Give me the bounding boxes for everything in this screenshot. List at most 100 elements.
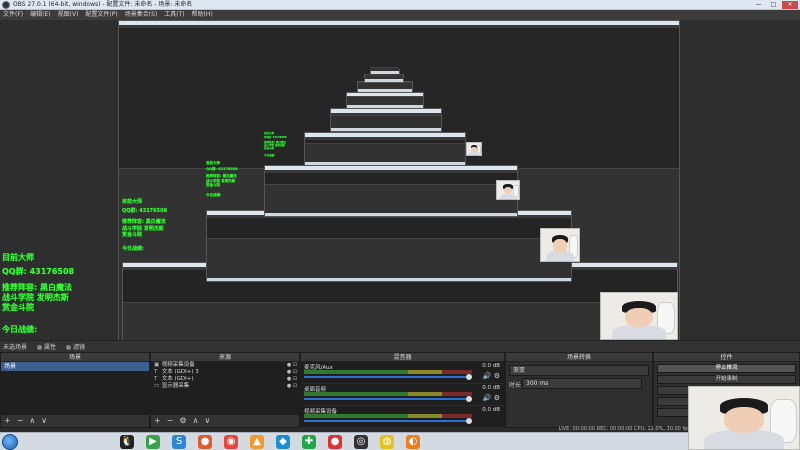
menu-view[interactable]: 视图(V): [58, 10, 79, 20]
add-scene-icon[interactable]: +: [4, 415, 11, 427]
sources-list: ▣ 视频采集设备 ● ⊡ T 文本 (GDI+) 3 ● ⊡ T 文本 (GDI…: [151, 362, 299, 415]
visibility-lock-icon[interactable]: ● ⊡: [287, 369, 297, 376]
nested-dock: [347, 96, 423, 105]
preview-canvas[interactable]: 目前大师 QQ群: 43176508 推荐阵容: 黑白魔法 战斗学院 发明杰斯 赏金斗院…: [0, 20, 800, 340]
move-down-icon[interactable]: ∨: [41, 415, 47, 427]
nested-menu-bar: [119, 25, 679, 28]
menu-tools[interactable]: 工具(T): [164, 10, 184, 20]
controls-dock-title: 控件: [654, 353, 799, 362]
monitor-icon: ▭: [154, 383, 160, 389]
scene-item[interactable]: 场景: [1, 362, 149, 371]
app-icon[interactable]: ◆: [276, 435, 290, 449]
close-button[interactable]: ✕: [782, 1, 798, 9]
move-up-icon[interactable]: ∧: [29, 415, 35, 427]
visibility-lock-icon[interactable]: ● ⊡: [287, 362, 297, 369]
volume-meter: [304, 414, 472, 418]
source-item[interactable]: T 文本 (GDI+) 3 ● ⊡: [151, 369, 299, 376]
menu-profile[interactable]: 配置文件(P): [85, 10, 117, 20]
maximize-button[interactable]: □: [767, 1, 780, 9]
windows-taskbar: 🐧 ▶ S ● ◉ ▲ ◆ ✚ ● ◎ ◍ ◐: [0, 432, 800, 450]
scenes-list: 场景: [1, 362, 149, 415]
nested-webcam-1: [540, 228, 580, 262]
start-recording-button[interactable]: 开始录制: [657, 375, 796, 384]
obs-logo-icon: [2, 1, 10, 9]
remove-source-icon[interactable]: −: [167, 415, 174, 427]
orange-app-icon[interactable]: ◐: [406, 435, 420, 449]
volume-meter: [304, 370, 472, 374]
mascot-icon[interactable]: ●: [198, 435, 212, 449]
source-item[interactable]: ▭ 显示器采集 ● ⊡: [151, 383, 299, 390]
move-down-icon[interactable]: ∨: [204, 415, 210, 427]
sources-dock-title: 来源: [151, 353, 299, 362]
transition-type-select[interactable]: 渐变: [509, 365, 649, 376]
volume-slider[interactable]: [304, 398, 472, 400]
nested-taskbar: [265, 213, 517, 216]
volume-slider-knob[interactable]: [466, 418, 472, 424]
menu-edit[interactable]: 编辑(E): [30, 10, 50, 20]
filter-icon: [66, 345, 72, 350]
menu-help[interactable]: 帮助(H): [192, 10, 213, 20]
mute-settings-icon[interactable]: 🔊 ⚙: [483, 372, 500, 380]
duration-input[interactable]: 300 ms: [522, 378, 642, 389]
obs-icon[interactable]: ◎: [354, 435, 368, 449]
obs-window: OBS 27.0.1 (64-bit, windows) - 配置文件: 未命名…: [0, 0, 800, 450]
nested-preview-2: [206, 210, 572, 282]
channel-db: 0.0 dB: [482, 385, 500, 391]
move-up-icon[interactable]: ∧: [193, 415, 199, 427]
minimize-button[interactable]: —: [752, 1, 765, 9]
visibility-lock-icon[interactable]: ● ⊡: [287, 376, 297, 383]
nested-taskbar: [347, 105, 423, 108]
green-app-icon[interactable]: ✚: [302, 435, 316, 449]
stop-streaming-button[interactable]: 停止推流: [657, 364, 796, 373]
yellow-app-icon[interactable]: ◍: [380, 435, 394, 449]
properties-label: 属性: [44, 344, 57, 351]
add-source-icon[interactable]: +: [154, 415, 161, 427]
nested-menu-bar: [371, 74, 399, 77]
filters-button[interactable]: 滤镜: [66, 342, 85, 351]
media-icon[interactable]: ▶: [146, 435, 160, 449]
chrome-icon[interactable]: ◉: [224, 435, 238, 449]
duration-row: 时长 300 ms: [506, 378, 652, 390]
qq-icon[interactable]: 🐧: [120, 435, 134, 449]
nested-preview-9: [370, 67, 400, 77]
volume-slider[interactable]: [304, 420, 472, 422]
volume-slider-knob[interactable]: [466, 396, 472, 402]
nested-webcam-2: [496, 180, 520, 200]
nested-taskbar: [371, 71, 399, 74]
nested-taskbar: [331, 128, 441, 131]
person-body: [704, 430, 784, 449]
menu-file[interactable]: 文件(F): [3, 10, 23, 20]
mixer-dock-title: 混音器: [301, 353, 504, 362]
game-icon[interactable]: ▲: [250, 435, 264, 449]
volume-slider[interactable]: [304, 376, 472, 378]
overlay-line6: 今日战绩:: [206, 193, 222, 197]
volume-slider-knob[interactable]: [466, 374, 472, 380]
record-icon[interactable]: ●: [328, 435, 342, 449]
nested-menu-bar: [265, 170, 517, 173]
nested-preview-3: [264, 165, 518, 217]
source-settings-icon[interactable]: ⚙: [179, 415, 186, 427]
properties-button[interactable]: 属性: [37, 342, 56, 351]
duration-label: 时长: [509, 382, 522, 389]
scenes-dock: 场景 场景 + − ∧ ∨: [0, 352, 150, 428]
overlay-line1: 目前大师: [2, 253, 34, 262]
visibility-lock-icon[interactable]: ● ⊡: [287, 383, 297, 390]
filters-label: 滤镜: [73, 344, 86, 351]
webcam-overlay: [688, 386, 800, 450]
mute-settings-icon[interactable]: 🔊 ⚙: [483, 394, 500, 402]
sogou-icon[interactable]: S: [172, 435, 186, 449]
menu-scene-collection[interactable]: 场景集合(S): [125, 10, 158, 20]
source-item[interactable]: T 文本 (GDI+) ● ⊡: [151, 376, 299, 383]
person-body: [468, 151, 480, 155]
remove-scene-icon[interactable]: −: [17, 415, 24, 427]
gear-icon: [37, 345, 43, 350]
source-item[interactable]: ▣ 视频采集设备 ● ⊡: [151, 362, 299, 369]
title-bar: OBS 27.0.1 (64-bit, windows) - 配置文件: 未命名…: [0, 0, 800, 10]
person-body: [546, 251, 574, 261]
start-button[interactable]: [2, 434, 18, 450]
channel-db: 0.0 dB: [482, 407, 500, 413]
text-icon: T: [154, 376, 158, 382]
overlay-line5: 赏金斗院: [122, 232, 143, 238]
source-name: 显示器采集: [161, 383, 190, 389]
nested-dock: [123, 302, 677, 340]
